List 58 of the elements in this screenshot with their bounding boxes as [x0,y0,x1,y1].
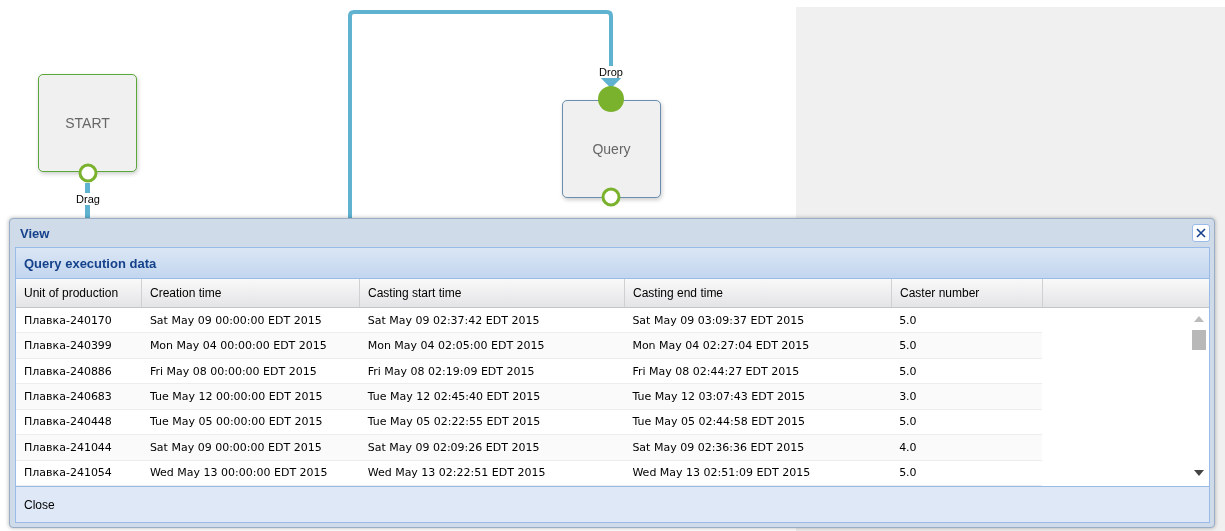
table-cell-text: Sat May 09 02:37:42 EDT 2015 [366,312,541,329]
column-header[interactable]: Unit of production [16,279,142,307]
table-cell-text: Mon May 04 00:00:00 EDT 2015 [148,338,328,355]
table-cell-text: Tue May 05 02:44:58 EDT 2015 [631,414,806,431]
table-cell-text: Fri May 08 02:19:09 EDT 2015 [366,363,536,380]
table-cell-text: Sat May 09 03:09:37 EDT 2015 [631,312,806,329]
port-ring-icon[interactable] [601,187,621,207]
column-header[interactable]: Caster number [892,279,1043,307]
scroll-up-icon[interactable] [1194,316,1204,322]
table-cell-text: Tue May 05 00:00:00 EDT 2015 [148,414,324,431]
table-cell-text: Tue May 12 03:07:43 EDT 2015 [631,388,806,405]
window-title: View [20,225,50,241]
flow-node[interactable]: START [38,74,137,172]
table-cell-text: Sat May 09 00:00:00 EDT 2015 [148,312,323,329]
scroll-down-icon[interactable] [1194,470,1204,476]
table-cell-text: Wed May 13 00:00:00 EDT 2015 [148,465,329,482]
table-cell-text: Fri May 08 00:00:00 EDT 2015 [148,363,318,380]
table-cell-text: Sat May 09 02:36:36 EDT 2015 [631,439,806,456]
column-header[interactable]: Casting end time [625,279,892,307]
close-icon[interactable] [1196,228,1206,238]
port-ring-icon[interactable] [78,163,98,183]
flow-node[interactable]: Query [562,100,661,198]
table-cell-text: 4.0 [898,439,918,456]
table-cell-text: Плавка-240170 [23,312,113,329]
table-cell-text: 5.0 [898,414,918,431]
table-cell-text: Tue May 12 00:00:00 EDT 2015 [148,388,324,405]
table-row[interactable]: Плавка-241044 Sat May 09 00:00:00 EDT 2015 Sat May 09 02:09:26 EDT 2015 Sat May 09 02:36:36 EDT 2015 4.0 [16,435,1042,461]
table-row[interactable]: Плавка-240399 Mon May 04 00:00:00 EDT 2015 Mon May 04 02:05:00 EDT 2015 Mon May 04 02:27:04 EDT 2015 5.0 [16,333,1042,359]
table-cell-text: 5.0 [898,363,918,380]
close-button[interactable]: Close [20,495,59,514]
table-row[interactable]: Плавка-240683 Tue May 12 00:00:00 EDT 2015 Tue May 12 02:45:40 EDT 2015 Tue May 12 03:07:43 EDT 2015 3.0 [16,384,1042,410]
table-cell-text: Плавка-241054 [23,465,113,482]
table-cell-text: 3.0 [898,388,918,405]
close-button[interactable] [1192,224,1210,242]
table-cell-text: Tue May 12 02:45:40 EDT 2015 [366,388,542,405]
table-cell-text: Wed May 13 02:51:09 EDT 2015 [631,465,812,482]
table-cell-text: Sat May 09 02:09:26 EDT 2015 [366,439,541,456]
table-cell-text: Mon May 04 02:27:04 EDT 2015 [631,338,811,355]
table-cell-text: Плавка-240448 [23,414,113,431]
port-label: Drag [75,193,101,205]
panel-title: Query execution data [16,248,1209,279]
table-cell-text: Mon May 04 02:05:00 EDT 2015 [366,338,546,355]
scroll-thumb[interactable] [1192,330,1206,350]
table-cell-text: Плавка-241044 [23,439,113,456]
table-cell-text: 5.0 [898,338,918,355]
table-cell-text: Wed May 13 02:22:51 EDT 2015 [366,465,547,482]
table-cell-text: Fri May 08 02:44:27 EDT 2015 [631,363,801,380]
table-cell-text: Плавка-240683 [23,388,113,405]
table-cell-text: Плавка-240399 [23,338,113,355]
table-cell-text: Плавка-240886 [23,363,113,380]
table-cell-text: Tue May 05 02:22:55 EDT 2015 [366,414,542,431]
table-cell-text: Sat May 09 00:00:00 EDT 2015 [148,439,323,456]
table-cell-text: 5.0 [898,312,918,329]
column-header[interactable]: Creation time [142,279,360,307]
column-header[interactable]: Casting start time [360,279,625,307]
table-cell-text: 5.0 [898,465,918,482]
port-dot-icon[interactable] [598,86,624,112]
port-label: Drop [598,66,624,78]
